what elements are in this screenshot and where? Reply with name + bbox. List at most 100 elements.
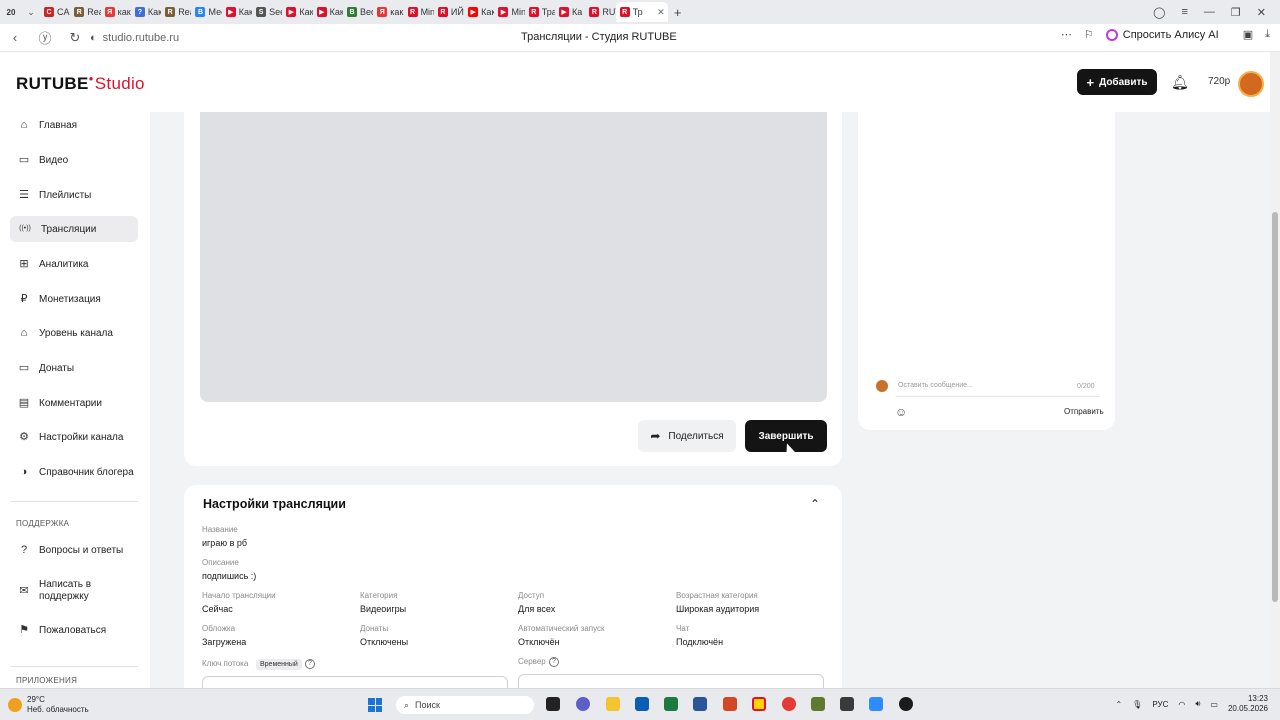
quality-label[interactable]: 720p [1208,76,1230,87]
browser-tab[interactable]: ВМесс [191,2,222,22]
tab-active[interactable]: R Тр ✕ [615,2,668,22]
browser-tab[interactable]: RRUTL [585,2,616,22]
browser-tab[interactable]: BBeds [343,2,373,22]
store-icon[interactable] [635,697,649,711]
tab-list-chevron-icon[interactable]: ⌄ [22,7,40,18]
chevron-up-icon[interactable]: ⌃ [810,497,820,511]
add-button[interactable]: + Добавить [1077,69,1157,95]
back-icon[interactable]: ‹ [0,30,30,45]
app-icon[interactable] [869,697,883,711]
sidebar-item-monetization[interactable]: ₽ Монетизация [10,286,138,312]
browser-tab[interactable]: ?Как з [131,2,161,22]
yandex-icon[interactable] [782,697,796,711]
sidebar-item-video[interactable]: ▭ Видео [10,147,138,173]
url-field[interactable]: studio.rutube.ru [103,32,179,44]
browser-tab[interactable]: ▶Ка м [555,2,585,22]
tab-counter[interactable]: 20 [0,8,22,17]
file-explorer-icon[interactable] [606,697,620,711]
page-scrollbar[interactable] [1270,52,1280,688]
plus-icon: + [1086,74,1095,90]
windows-start-icon[interactable] [368,698,382,712]
sidebar-item-faq[interactable]: ? Вопросы и ответы [10,537,138,563]
downloads-icon[interactable]: ▣ [1243,28,1253,41]
sidebar-item-home[interactable]: ⌂ Главная [10,112,138,138]
sidebar-item-broadcast[interactable]: ((•)) Трансляции [10,216,138,242]
discord-icon[interactable] [576,697,590,711]
notifications-bell-icon[interactable]: 🔔︎ [1171,74,1189,91]
wifi-icon[interactable]: ◠ [1178,700,1185,709]
browser-tab[interactable]: ▶Как н [464,2,494,22]
sidebar-item-gear[interactable]: ⚙ Настройки канала [10,424,138,450]
browser-tab[interactable]: RReall [161,2,191,22]
more-icon[interactable]: ⋯ [1061,28,1072,41]
browser-tab[interactable]: ▶Как с [313,2,343,22]
chat-message-input[interactable]: Оставить сообщение... [898,382,973,389]
clock[interactable]: 13:23 20.05.2026 [1228,694,1268,714]
tray-chevron-icon[interactable]: ⌃ [1115,700,1122,709]
browser-tab[interactable]: RТран [525,2,555,22]
alice-button[interactable]: Спросить Алису AI [1105,28,1219,41]
sidebar-item-contact-support[interactable]: ✉ Написать в поддержку [10,576,138,606]
maximize-icon[interactable]: ❐ [1231,6,1241,19]
word-icon[interactable] [693,697,707,711]
yandex-browser-icon[interactable] [752,697,766,711]
browser-tab[interactable]: ▶Mine [494,2,525,22]
powerpoint-icon[interactable] [723,697,737,711]
browser-tab[interactable]: R ИЙ [434,2,464,22]
taskbar-search[interactable]: ⌕ Поиск [396,696,534,714]
profile-icon[interactable]: ◯ [1153,6,1165,19]
minimize-icon[interactable]: — [1204,6,1215,18]
avatar[interactable] [1238,71,1264,97]
sidebar-item-help-book[interactable]: ◑ Справочник блогера [10,459,138,485]
browser-tab[interactable]: Якак у [101,2,131,22]
chat-send-button[interactable]: Отправить [1064,407,1104,416]
excel-icon[interactable] [664,697,678,711]
stream-preview[interactable] [200,112,827,402]
site-info-icon[interactable]: ◐ [90,32,97,44]
sidebar-item-level[interactable]: ⌂ Уровень канала [10,320,138,346]
volume-icon[interactable]: 🔊︎ [1195,699,1200,709]
sidebar-item-donations[interactable]: ▭ Донаты [10,355,138,381]
sidebar-item-report[interactable]: ⚑ Пожаловаться [10,617,138,643]
sidebar-item-playlist[interactable]: ☰ Плейлисты [10,182,138,208]
microphone-icon[interactable]: 🎙︎ [1132,700,1142,709]
close-tab-icon[interactable]: ✕ [657,7,665,18]
browser-tab[interactable]: SSeed [252,2,282,22]
yandex-icon[interactable]: ⓨ [30,28,60,47]
weather-widget[interactable]: 29°C Неб. облачность [8,695,89,715]
task-view-icon[interactable] [546,697,560,711]
app-icon[interactable] [899,697,913,711]
browser-tab[interactable]: Якак с [373,2,404,22]
new-tab-icon[interactable]: + [668,5,688,20]
help-icon[interactable]: ? [549,657,559,667]
battery-icon[interactable]: ▭ [1210,700,1218,709]
sidebar-divider [10,501,138,502]
browser-tab[interactable]: RMine [404,2,434,22]
download-arrow-icon[interactable]: ⤓ [1265,28,1270,41]
tab-favicon-icon: S [256,7,267,17]
tab-favicon-icon: ▶ [498,7,509,17]
rutube-studio-logo[interactable]: RUTUBE●Studio [16,74,145,94]
bookmark-icon[interactable]: ⚐ [1084,28,1094,41]
reload-icon[interactable]: ↻ [60,30,90,46]
stream-settings-card: Настройки трансляции ⌃ Название играю в … [184,485,842,695]
field-label: Автоматический запуск [518,624,605,633]
emoji-icon[interactable]: ☺ [895,405,907,419]
browser-tab[interactable]: ▶Как с [282,2,313,22]
sidebar-item-comments[interactable]: ▤ Комментарии [10,390,138,416]
browser-tab[interactable]: RReall [70,2,101,22]
help-icon[interactable]: ? [305,659,315,669]
browser-tab[interactable]: CCAM [40,2,70,22]
language-indicator[interactable]: РУС [1152,700,1168,709]
menu-icon[interactable]: ≡ [1181,6,1187,18]
close-window-icon[interactable]: ✕ [1257,6,1266,19]
share-button[interactable]: ➦ Поделиться [638,420,736,452]
sidebar-item-analytics[interactable]: ⊞ Аналитика [10,251,138,277]
app-icon[interactable] [840,697,854,711]
server-field[interactable] [518,674,824,688]
browser-tab[interactable]: ▶Как с [222,2,252,22]
minecraft-icon[interactable] [811,697,825,711]
comments-icon: ▤ [18,397,30,409]
field-label: Обложка [202,624,236,633]
scrollbar-thumb[interactable] [1272,212,1278,602]
